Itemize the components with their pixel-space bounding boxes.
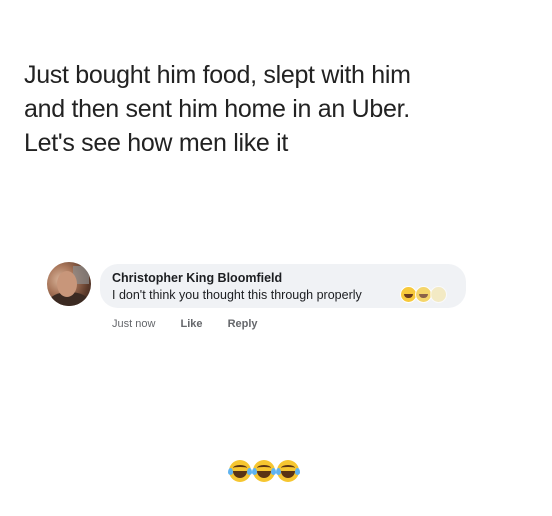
comment-reactions	[400, 285, 447, 303]
avatar[interactable]	[47, 262, 91, 306]
reply-button[interactable]: Reply	[228, 318, 258, 330]
laughing-tears-emoji-icon	[276, 460, 300, 482]
comment-bubble: Christopher King Bloomfield I don't thin…	[100, 264, 466, 308]
like-button[interactable]: Like	[180, 318, 202, 330]
post-text: Just bought him food, slept with him and…	[24, 58, 534, 160]
laughing-tears-emoji-icon	[252, 460, 276, 482]
post-line-3: Let's see how men like it	[24, 129, 289, 157]
post-line-1: Just bought him food, slept with him	[24, 61, 411, 89]
post-line-2: and then sent him home in an Uber.	[24, 95, 410, 123]
comment-actions: Just now Like Reply	[112, 318, 280, 330]
laughing-tears-emoji-icon	[430, 285, 447, 303]
caption-emojis	[228, 460, 301, 482]
comment-text: I don't think you thought this through p…	[112, 288, 362, 302]
comment-timestamp[interactable]: Just now	[112, 318, 155, 330]
avatar-face	[57, 271, 77, 297]
comment-author[interactable]: Christopher King Bloomfield	[112, 271, 282, 285]
laughing-tears-emoji-icon	[228, 460, 252, 482]
